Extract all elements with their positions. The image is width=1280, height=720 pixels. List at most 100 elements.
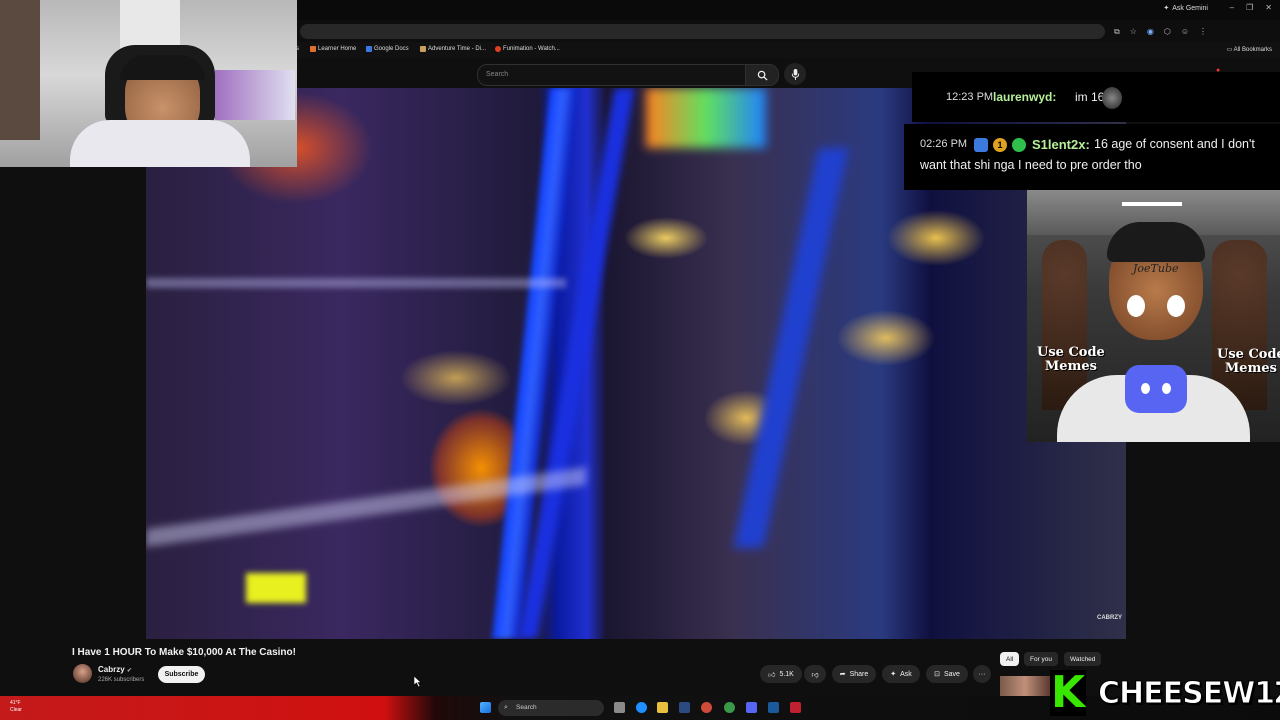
taskbar-search[interactable]: ⌕ Search <box>498 700 604 716</box>
video-blue-light <box>733 148 849 548</box>
chat-username: laurenwyd: <box>993 90 1057 104</box>
chat-timestamp: 02:26 PM <box>920 138 968 150</box>
file-explorer-icon[interactable] <box>657 702 668 713</box>
task-view-icon[interactable] <box>614 702 625 713</box>
search-input[interactable]: Search <box>477 64 747 86</box>
windows-start-icon[interactable] <box>480 702 491 713</box>
voice-search-button[interactable] <box>784 63 806 85</box>
chat-timestamp: 12:23 PM <box>946 91 994 103</box>
folder-icon: ▭ <box>1226 47 1233 53</box>
headphones-icon <box>120 55 205 80</box>
streamer-logo-name: CHEESEW1Z <box>1098 676 1280 712</box>
video-reel-edge <box>146 278 566 288</box>
discord-icon <box>1125 365 1187 413</box>
search-button[interactable] <box>745 64 779 86</box>
address-input[interactable] <box>300 24 1105 39</box>
share-icon: ➦ <box>839 671 846 678</box>
chrome-icon[interactable] <box>724 702 735 713</box>
search-placeholder: Search <box>486 71 509 78</box>
promo-ceiling-light <box>1122 202 1182 206</box>
chat-message: 02:26 PM 1 S1lent2x: 16 age of consent a… <box>904 124 1280 190</box>
weather-widget[interactable]: 41°F Clear <box>10 700 22 714</box>
verified-badge-icon <box>1012 138 1026 152</box>
chat-username: S1lent2x: <box>1032 137 1090 152</box>
audio-icon[interactable]: ◉ <box>1147 27 1154 37</box>
chip-watched[interactable]: Watched <box>1064 652 1102 666</box>
bookmark-favicon-icon <box>420 46 426 52</box>
sparkle-icon: ✦ <box>1163 5 1170 12</box>
avatar-hair <box>1107 222 1205 262</box>
extensions-icon[interactable]: ⬡ <box>1164 27 1171 37</box>
bookmark-star-icon[interactable]: ☆ <box>1130 27 1137 37</box>
chip-for-you[interactable]: For you <box>1024 652 1059 666</box>
search-icon: ⌕ <box>504 704 508 711</box>
video-yellow-panel <box>246 573 306 603</box>
steam-icon[interactable] <box>679 702 690 713</box>
bookmark-icon: ⊡ <box>934 671 940 678</box>
subscribe-button[interactable]: Subscribe <box>158 666 205 683</box>
webcam-overlay <box>0 0 297 167</box>
sparkle-icon: ✦ <box>890 671 897 678</box>
weather-desc: Clear <box>10 707 22 713</box>
channel-name[interactable]: Cabrzy ✔ <box>98 665 132 674</box>
chip-all[interactable]: All <box>1000 652 1020 666</box>
bookmark-google-docs[interactable]: Google Docs <box>366 46 409 52</box>
taskbar-search-label: Search <box>516 704 537 711</box>
all-bookmarks-button[interactable]: ▭ All Bookmarks <box>1227 46 1272 53</box>
microphone-icon <box>791 68 799 80</box>
subscriber-count: 226K subscribers <box>98 677 145 683</box>
discord-icon[interactable] <box>746 702 757 713</box>
ask-gemini-button[interactable]: ✦ Ask Gemini <box>1163 4 1208 13</box>
more-icon: ··· <box>978 670 986 678</box>
chat-text: im 16 <box>1075 90 1105 104</box>
bookmark-favicon-icon <box>310 46 316 52</box>
video-neon-top <box>646 88 766 148</box>
webcam-bed <box>215 70 295 120</box>
address-bar-actions: ⧉ ☆ ◉ ⬡ ☺ ⋮ <box>1114 27 1207 37</box>
more-actions-button[interactable]: ··· <box>973 665 991 683</box>
webcam-shirt <box>70 120 250 167</box>
chat-message: 12:23 PM laurenwyd: im 16 <box>912 72 1280 122</box>
hammer-badge-icon <box>974 138 988 152</box>
minimize-icon[interactable]: – <box>1230 3 1234 12</box>
video-watermark: CABRZY <box>1097 615 1122 621</box>
webcam-shelf <box>0 0 40 140</box>
recommended-thumbnail[interactable] <box>1000 676 1050 698</box>
ask-gemini-label: Ask Gemini <box>1172 4 1208 12</box>
thumbs-up-icon: 👍︎ <box>768 671 776 679</box>
promo-code-left: Use Code Memes <box>1037 345 1105 374</box>
close-icon[interactable]: ✕ <box>1265 3 1272 12</box>
search-icon <box>757 70 768 81</box>
edge-icon[interactable] <box>636 702 647 713</box>
bookmark-learner-home[interactable]: Learner Home <box>310 46 356 52</box>
promo-figure-left <box>1042 240 1087 410</box>
restore-icon[interactable]: ❐ <box>1246 3 1253 12</box>
dislike-button[interactable]: 👎︎ <box>804 665 826 683</box>
avatar-eye-right <box>1167 295 1185 317</box>
install-icon[interactable]: ⧉ <box>1114 27 1120 37</box>
channel-avatar[interactable] <box>73 664 92 683</box>
bookmark-funimation[interactable]: Funimation - Watch... <box>495 46 560 52</box>
like-button[interactable]: 👍︎ 5.1K <box>760 665 802 683</box>
share-button[interactable]: ➦ Share <box>832 665 876 683</box>
window-controls: – ❐ ✕ <box>1230 3 1272 12</box>
like-count: 5.1K <box>779 670 794 678</box>
save-button[interactable]: ⊡ Save <box>926 665 968 683</box>
promo-code-right: Use Code Memes <box>1217 347 1280 376</box>
streamer-logo-letter: K <box>1050 667 1086 718</box>
avatar-eye-left <box>1127 295 1145 317</box>
google-docs-icon <box>366 46 372 52</box>
mouse-cursor-icon <box>414 676 422 687</box>
menu-icon[interactable]: ⋮ <box>1199 27 1207 37</box>
obs-icon[interactable] <box>790 702 801 713</box>
ask-button[interactable]: ✦ Ask <box>882 665 920 683</box>
chat-text-line2: want that shi nga I need to pre order th… <box>920 158 1142 172</box>
tier-badge-icon: 1 <box>993 138 1007 152</box>
profile-icon[interactable]: ☺ <box>1181 27 1189 37</box>
steam-icon[interactable] <box>768 702 779 713</box>
promo-brand: JoeTube <box>1133 262 1179 275</box>
video-title: I Have 1 HOUR To Make $10,000 At The Cas… <box>72 647 296 658</box>
chrome-icon[interactable] <box>701 702 712 713</box>
chat-text-line1: 16 age of consent and I don't <box>1094 137 1255 151</box>
bookmark-adventure-time[interactable]: Adventure Time - Di... <box>420 46 486 52</box>
